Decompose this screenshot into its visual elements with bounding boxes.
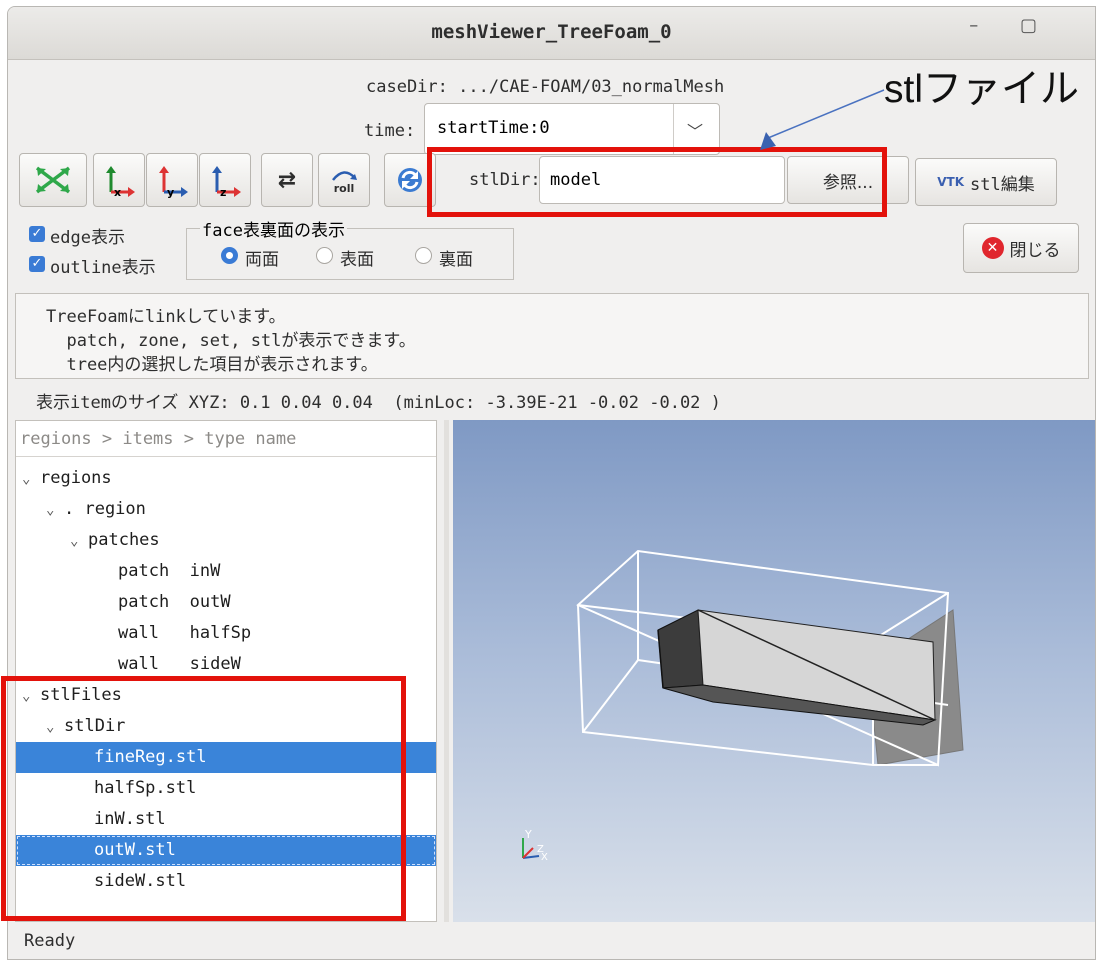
chevron-down-icon[interactable]: ⌄ [46,495,64,526]
chevron-down-icon[interactable]: ⌄ [70,526,88,557]
mesh-render: Y Z X [522,549,964,863]
tree-row[interactable]: wall halfSp [16,618,436,649]
face-back-radio[interactable] [415,247,432,264]
tree-header: regions > items > type name [16,421,436,457]
pane-splitter[interactable] [444,420,449,922]
tree-row-label: patch inW [118,561,221,581]
highlight-stldir-box [427,147,887,217]
callout-arrow-icon [760,89,885,150]
svg-text:X: X [541,852,548,863]
face-back-label: 裏面 [439,250,473,270]
axis-z-icon: z [212,166,241,198]
svg-text:x: x [114,186,121,198]
axis-x-icon: x [106,166,135,198]
tree-row-label: patch outW [118,592,231,612]
face-front-radio[interactable] [316,247,333,264]
tree-row-label: wall halfSp [118,623,252,643]
view-z-button[interactable]: z [199,153,251,207]
axis-y-icon: y [159,166,188,198]
swap-view-button[interactable]: ⇄ [261,153,313,207]
window-controls[interactable]: – ▢ [969,15,1055,36]
svg-text:y: y [167,186,174,198]
close-button[interactable]: ✕ 閉じる [963,223,1079,273]
info-line: patch, zone, set, stlが表示できます。 [46,331,416,351]
stl-file-annotation: stlファイル [884,68,1080,111]
swap-arrows-icon: ⇄ [277,167,297,193]
tree-row[interactable]: ⌄. region [16,494,436,525]
close-icon: ✕ [981,237,1004,259]
chevron-down-icon: ﹀ [687,122,704,141]
tree-row-label: regions [40,468,112,488]
view-x-button[interactable]: x [93,153,145,207]
info-line: TreeFoamにlinkしています。 [46,307,286,327]
svg-text:z: z [220,186,226,198]
edge-label: edge表示 [50,228,125,248]
tree-row[interactable]: patch outW [16,587,436,618]
case-dir-value: .../CAE-FOAM/03_normalMesh [458,77,725,97]
3d-viewport[interactable]: Y Z X [453,420,1095,922]
tree-row[interactable]: ⌄ patches [16,525,436,556]
svg-text:Y: Y [524,828,532,841]
tree-row-label: . region [64,499,146,519]
axes-triad-icon: Y Z X [522,828,548,863]
face-group-title: face表裏面の表示 [200,216,347,241]
info-message-box: TreeFoamにlinkしています。 patch, zone, set, st… [15,293,1089,379]
roll-button[interactable]: roll [318,153,370,207]
outline-checkbox[interactable]: ✓ [29,256,45,272]
title-bar[interactable]: meshViewer_TreeFoam_0 – ▢ [8,7,1095,60]
case-dir-label: caseDir: .../CAE-FOAM/03_normalMesh [366,77,725,97]
info-line: tree内の選択した項目が表示されます。 [46,355,378,375]
highlight-stlfiles-box [1,676,406,921]
window-title: meshViewer_TreeFoam_0 [431,21,672,43]
face-both-label: 両面 [245,250,279,270]
tree-row[interactable]: patch inW [16,556,436,587]
time-label: time: [364,121,416,141]
edge-checkbox[interactable]: ✓ [29,226,45,242]
vtk-icon: VTK [937,175,965,189]
fit-view-icon [35,166,71,194]
view-y-button[interactable]: y [146,153,198,207]
tree-row-label: patches [88,530,160,550]
face-both-radio[interactable] [221,247,238,264]
outline-label: outline表示 [50,258,156,278]
tree-row-label: wall sideW [118,654,241,674]
fit-view-button[interactable] [19,153,87,207]
roll-arrow-icon [332,170,357,181]
tree-row[interactable]: ⌄ regions [16,463,436,494]
chevron-down-icon[interactable]: ⌄ [22,464,40,495]
face-front-label: 表面 [340,250,374,270]
refresh-icon [398,168,422,192]
status-bar: Ready [24,931,76,951]
stl-edit-button[interactable]: VTK stl編集 [915,158,1057,206]
time-select-value: startTime:0 [437,118,550,138]
item-size-line: 表示itemのサイズ XYZ: 0.1 0.04 0.04 (minLoc: -… [36,393,721,413]
